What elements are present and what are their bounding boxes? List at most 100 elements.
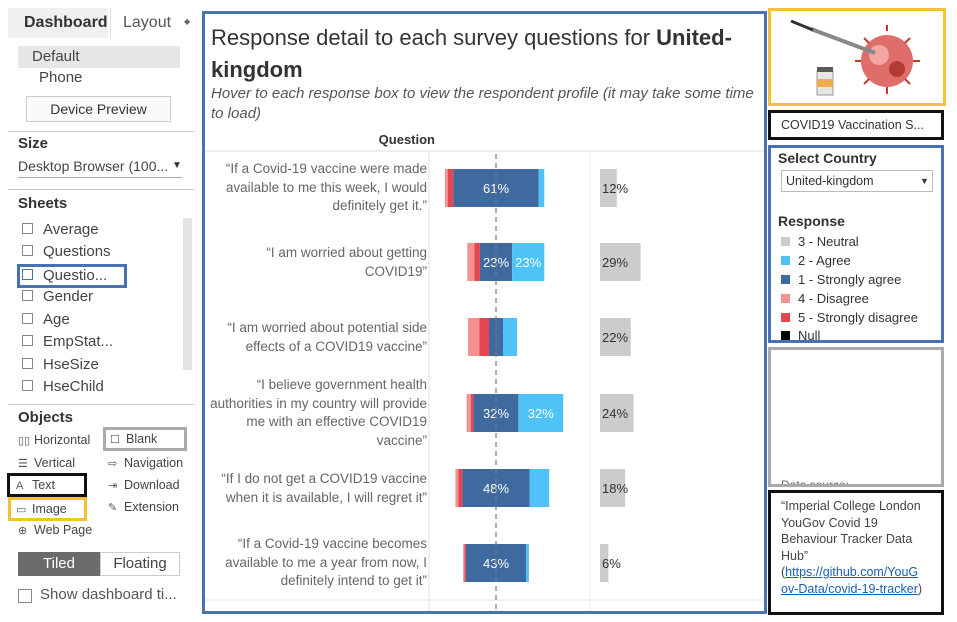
bar-agree[interactable] <box>503 318 517 356</box>
data-source-text: “Imperial College London YouGov Covid 19… <box>768 490 944 615</box>
sheets-scrollbar[interactable] <box>183 218 192 370</box>
extension-icon: ✎ <box>108 502 118 514</box>
bar-disagree[interactable] <box>463 544 465 582</box>
bar-agree[interactable] <box>529 469 550 507</box>
data-label-neutral: 18% <box>602 481 628 496</box>
text-icon: A <box>16 480 24 492</box>
data-label-neutral: 12% <box>602 181 628 196</box>
sheet-icon <box>22 312 33 324</box>
bar-strongly-disagree[interactable] <box>464 544 466 582</box>
bar-disagree[interactable] <box>466 394 471 432</box>
data-label-neutral: 22% <box>602 330 628 345</box>
vaccine-image <box>768 8 946 106</box>
data-source-heading: Data source: <box>781 478 850 487</box>
blank-icon: ☐ <box>110 434 120 446</box>
pane-arrow-icon[interactable]: ◆ <box>184 17 190 26</box>
device-phone[interactable]: Phone <box>18 67 180 89</box>
blank-object: Data source: <box>768 347 944 487</box>
object-navigation[interactable]: ⇨ Navigation <box>108 453 183 473</box>
sheet-item-selected[interactable]: Questio... <box>17 264 127 288</box>
sheet-icon <box>22 357 33 369</box>
data-label-neutral: 24% <box>602 406 628 421</box>
sheets-heading: Sheets <box>18 195 68 212</box>
size-dropdown[interactable]: Desktop Browser (100... <box>18 156 182 178</box>
bar-disagree[interactable] <box>468 318 480 356</box>
object-horizontal[interactable]: ▯▯ Horizontal <box>18 430 90 450</box>
legend-item-agree[interactable]: 2 - Agree <box>781 251 851 270</box>
sheet-icon <box>22 222 33 234</box>
data-label-neutral: 29% <box>602 255 628 270</box>
legend-swatch <box>781 331 790 341</box>
object-text[interactable]: A Text <box>7 473 87 497</box>
legend-swatch <box>781 294 790 304</box>
bar-disagree[interactable] <box>455 469 459 507</box>
vaccine-virus-icon <box>790 19 920 96</box>
sheet-item[interactable]: Gender <box>22 286 93 308</box>
legend-item-disagree[interactable]: 4 - Disagree <box>781 289 869 308</box>
sheet-icon <box>22 334 33 346</box>
globe-icon: ⊕ <box>18 525 28 537</box>
legend-swatch <box>781 313 790 323</box>
filter-legend-container: Select Country United-kingdom ▼ Response… <box>768 145 944 343</box>
bar-strongly-disagree[interactable] <box>458 469 463 507</box>
legend-item-strongly-agree[interactable]: 1 - Strongly agree <box>781 270 901 289</box>
tab-dashboard[interactable]: Dashboard <box>8 8 108 38</box>
github-link-cont[interactable]: ov-Data/covid-19-tracker <box>781 582 918 596</box>
legend-item-null[interactable]: Null <box>781 326 820 345</box>
sheet-item[interactable]: Questions <box>22 241 111 263</box>
size-heading: Size <box>18 135 49 152</box>
object-image[interactable]: ▭ Image <box>8 497 87 521</box>
divider <box>8 131 194 132</box>
object-web-page[interactable]: ⊕ Web Page <box>18 520 92 540</box>
github-link[interactable]: https://github.com/YouG <box>785 565 918 579</box>
object-blank[interactable]: ☐ Blank <box>103 427 187 451</box>
horizontal-icon: ▯▯ <box>18 435 31 447</box>
bar-strongly-disagree[interactable] <box>470 394 474 432</box>
show-title-label: Show dashboard ti... <box>40 586 177 603</box>
floating-toggle[interactable]: Floating <box>100 552 180 576</box>
bar-disagree[interactable] <box>467 243 475 281</box>
country-filter-dropdown[interactable]: United-kingdom ▼ <box>781 170 933 192</box>
tab-layout[interactable]: Layout <box>110 8 194 38</box>
bar-disagree[interactable] <box>444 169 448 207</box>
data-label-neutral: 6% <box>602 556 621 571</box>
response-detail-sheet[interactable]: Response detail to each survey questions… <box>202 11 767 614</box>
legend-item-strongly-disagree[interactable]: 5 - Strongly disagree <box>781 308 918 327</box>
data-source-citation: “Imperial College London YouGov Covid 19… <box>781 499 923 596</box>
sheet-item[interactable]: Average <box>22 219 99 241</box>
navigation-icon: ⇨ <box>108 458 118 470</box>
image-icon: ▭ <box>16 504 27 516</box>
bar-strongly-disagree[interactable] <box>474 243 480 281</box>
data-label-agree: 23% <box>515 255 541 270</box>
device-default[interactable]: Default <box>18 46 180 68</box>
tiled-toggle[interactable]: Tiled <box>18 552 100 576</box>
sheet-item[interactable]: Age <box>22 309 70 331</box>
sheet-icon <box>22 244 33 256</box>
data-label-agree: 32% <box>528 406 554 421</box>
sheet-icon <box>22 379 33 391</box>
sheet-item[interactable]: EmpStat... <box>22 331 113 353</box>
sheet-icon <box>22 289 33 301</box>
object-download[interactable]: ⇥ Download <box>108 475 180 495</box>
legend-swatch <box>781 256 790 266</box>
bar-strongly-disagree[interactable] <box>447 169 454 207</box>
sheet-item[interactable]: HseSize <box>22 354 99 376</box>
chevron-down-icon[interactable]: ▼ <box>920 171 929 191</box>
object-extension[interactable]: ✎ Extension <box>108 497 179 517</box>
dashboard-pane: Dashboard Layout ◆ Default Phone Device … <box>0 0 200 622</box>
chevron-down-icon[interactable]: ▼ <box>172 160 182 171</box>
divider <box>8 189 194 190</box>
bar-agree[interactable] <box>526 544 529 582</box>
device-preview-button[interactable]: Device Preview <box>26 96 171 122</box>
diverging-bar-chart[interactable]: 61% 12%23% 23% 29%22%32% 32% 24%48% 18%43% 6% <box>205 14 764 611</box>
sheet-item[interactable]: HseChild <box>22 376 104 398</box>
legend-swatch <box>781 237 790 247</box>
show-title-checkbox[interactable] <box>18 589 32 603</box>
object-vertical[interactable]: ☰ Vertical <box>18 453 75 473</box>
legend-title: Response <box>778 213 845 229</box>
bar-agree[interactable] <box>538 169 545 207</box>
legend-item-neutral[interactable]: 3 - Neutral <box>781 232 859 251</box>
dashboard-title-text: COVID19 Vaccination S... <box>768 110 944 140</box>
bar-strongly-disagree[interactable] <box>479 318 489 356</box>
objects-heading: Objects <box>18 409 74 426</box>
